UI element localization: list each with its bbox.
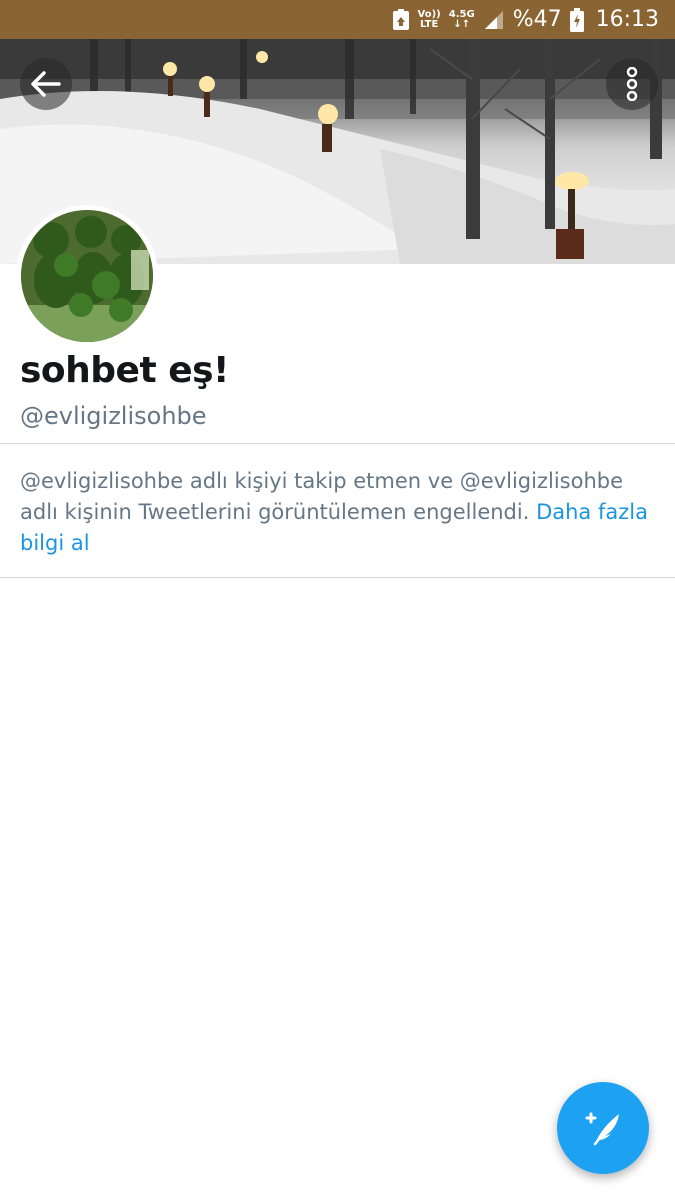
back-button[interactable] <box>20 58 72 110</box>
divider <box>0 577 675 578</box>
avatar[interactable] <box>16 205 158 347</box>
arrow-left-icon <box>31 71 61 97</box>
signal-icon <box>483 9 505 31</box>
profile-handle: @evligizlisohbe <box>20 402 207 430</box>
compose-tweet-icon <box>581 1106 625 1150</box>
blocked-notice: @evligizlisohbe adlı kişiyi takip etmen … <box>20 466 660 559</box>
network-type-label: 4.5G <box>448 8 475 20</box>
profile-display-name: sohbet eş! <box>20 350 229 391</box>
volte-top-label: Vo)) <box>417 8 441 20</box>
battery-percent: %47 <box>512 7 562 32</box>
clock: 16:13 <box>595 7 659 32</box>
more-options-button[interactable] <box>606 58 658 110</box>
avatar-image <box>21 210 153 342</box>
more-vertical-icon <box>625 67 639 101</box>
divider <box>0 443 675 444</box>
network-indicator: 4.5G ↓↑ <box>448 8 475 30</box>
battery-icon <box>569 7 584 32</box>
volte-indicator: Vo)) LTE <box>417 8 441 30</box>
volte-bottom-label: LTE <box>419 18 439 30</box>
status-bar: Vo)) LTE 4.5G ↓↑ %47 16:13 <box>0 0 675 39</box>
recycle-icon <box>392 8 410 31</box>
blocked-notice-text: @evligizlisohbe adlı kişiyi takip etmen … <box>20 469 624 524</box>
compose-tweet-button[interactable] <box>557 1082 649 1174</box>
data-arrows: ↓↑ <box>453 18 471 30</box>
